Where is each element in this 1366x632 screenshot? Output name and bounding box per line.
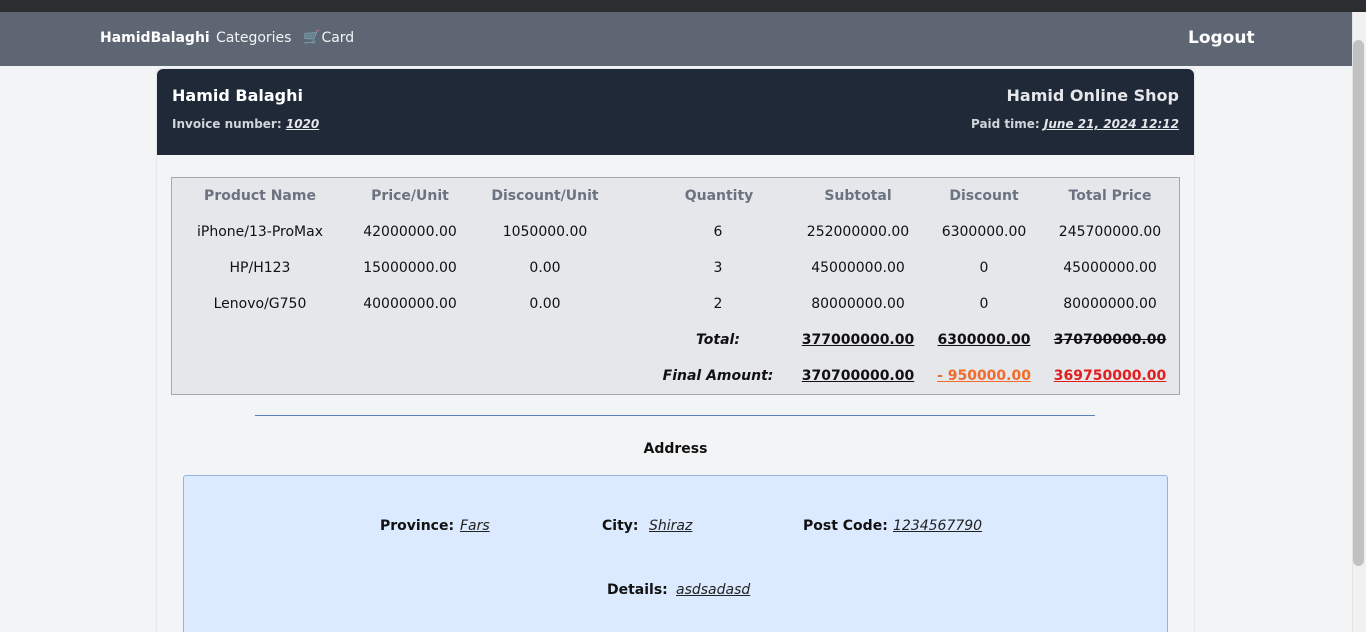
table-cell: 15000000.00 xyxy=(363,260,457,276)
shop-name: Hamid Online Shop xyxy=(1006,86,1180,105)
paid-time: June 21, 2024 12:12 xyxy=(1043,117,1179,131)
table-cell: 0.00 xyxy=(529,296,561,312)
table-cell: 42000000.00 xyxy=(363,224,457,240)
header-total-price: Total Price xyxy=(1068,188,1152,204)
table-cell: 1050000.00 xyxy=(502,224,588,240)
final-total-price: 369750000.00 xyxy=(1053,368,1167,384)
header-product-name: Product Name xyxy=(204,188,316,204)
header-price-unit: Price/Unit xyxy=(371,188,449,204)
final-subtotal: 370700000.00 xyxy=(801,368,915,384)
invoice-table: Product Name Price/Unit Discount/Unit Qu… xyxy=(171,177,1180,395)
table-cell: iPhone/13-ProMax xyxy=(197,224,323,240)
final-discount: - 950000.00 xyxy=(937,368,1031,384)
table-cell: 245700000.00 xyxy=(1058,224,1162,240)
province-label: Province: xyxy=(380,518,455,534)
table-cell: Lenovo/G750 xyxy=(213,296,307,312)
details-label: Details: xyxy=(607,582,668,598)
table-cell: 0 xyxy=(979,296,989,312)
header-discount-unit: Discount/Unit xyxy=(491,188,599,204)
total-subtotal: 377000000.00 xyxy=(801,332,915,348)
total-discount: 6300000.00 xyxy=(937,332,1031,348)
logout-link[interactable]: Logout xyxy=(1188,28,1255,48)
header-quantity: Quantity xyxy=(684,188,754,204)
browser-top-strip xyxy=(0,0,1366,12)
invoice-number-line: Invoice number: 1020 xyxy=(172,117,319,131)
table-cell: 40000000.00 xyxy=(363,296,457,312)
city-value: Shiraz xyxy=(649,518,693,534)
customer-name: Hamid Balaghi xyxy=(172,86,303,105)
invoice-card: Hamid Balaghi Hamid Online Shop Invoice … xyxy=(157,69,1194,632)
nav-card-link[interactable]: 🛒 Card xyxy=(303,30,354,46)
table-cell: 2 xyxy=(713,296,723,312)
table-cell: 0 xyxy=(979,260,989,276)
table-cell: 45000000.00 xyxy=(1063,260,1157,276)
scrollbar-thumb[interactable] xyxy=(1353,40,1364,566)
address-box: Province: Fars City: Shiraz Post Code: 1… xyxy=(183,475,1168,632)
cart-icon: 🛒 xyxy=(303,30,321,46)
paid-time-line: Paid time: June 21, 2024 12:12 xyxy=(971,117,1179,131)
table-cell: 3 xyxy=(713,260,723,276)
nav-card-label: Card xyxy=(321,30,355,46)
nav-brand-link[interactable]: HamidBalaghi xyxy=(100,30,210,46)
table-cell: 6 xyxy=(713,224,723,240)
details-value: asdsadasd xyxy=(676,582,751,598)
total-label: Total: xyxy=(696,332,740,348)
province-value: Fars xyxy=(460,518,490,534)
table-cell: 252000000.00 xyxy=(806,224,910,240)
header-subtotal: Subtotal xyxy=(824,188,892,204)
table-cell: 0.00 xyxy=(529,260,561,276)
nav-categories-link[interactable]: Categories xyxy=(216,30,291,46)
address-title: Address xyxy=(643,441,708,457)
navbar: HamidBalaghi Categories 🛒 Card Logout xyxy=(0,12,1352,66)
postcode-label: Post Code: xyxy=(803,518,888,534)
table-cell: HP/H123 xyxy=(229,260,291,276)
invoice-number: 1020 xyxy=(285,117,320,131)
final-amount-label: Final Amount: xyxy=(662,368,774,384)
table-cell: 80000000.00 xyxy=(1063,296,1157,312)
table-cell: 6300000.00 xyxy=(941,224,1027,240)
invoice-header: Hamid Balaghi Hamid Online Shop Invoice … xyxy=(157,69,1194,155)
header-discount: Discount xyxy=(949,188,1019,204)
section-divider xyxy=(255,415,1095,416)
table-cell: 80000000.00 xyxy=(811,296,905,312)
total-price-struck: 370700000.00 xyxy=(1053,332,1167,348)
table-cell: 45000000.00 xyxy=(811,260,905,276)
postcode-value: 1234567790 xyxy=(893,518,983,534)
paid-time-label: Paid time: xyxy=(970,117,1040,131)
invoice-number-label: Invoice number: xyxy=(172,117,282,131)
city-label: City: xyxy=(602,518,639,534)
